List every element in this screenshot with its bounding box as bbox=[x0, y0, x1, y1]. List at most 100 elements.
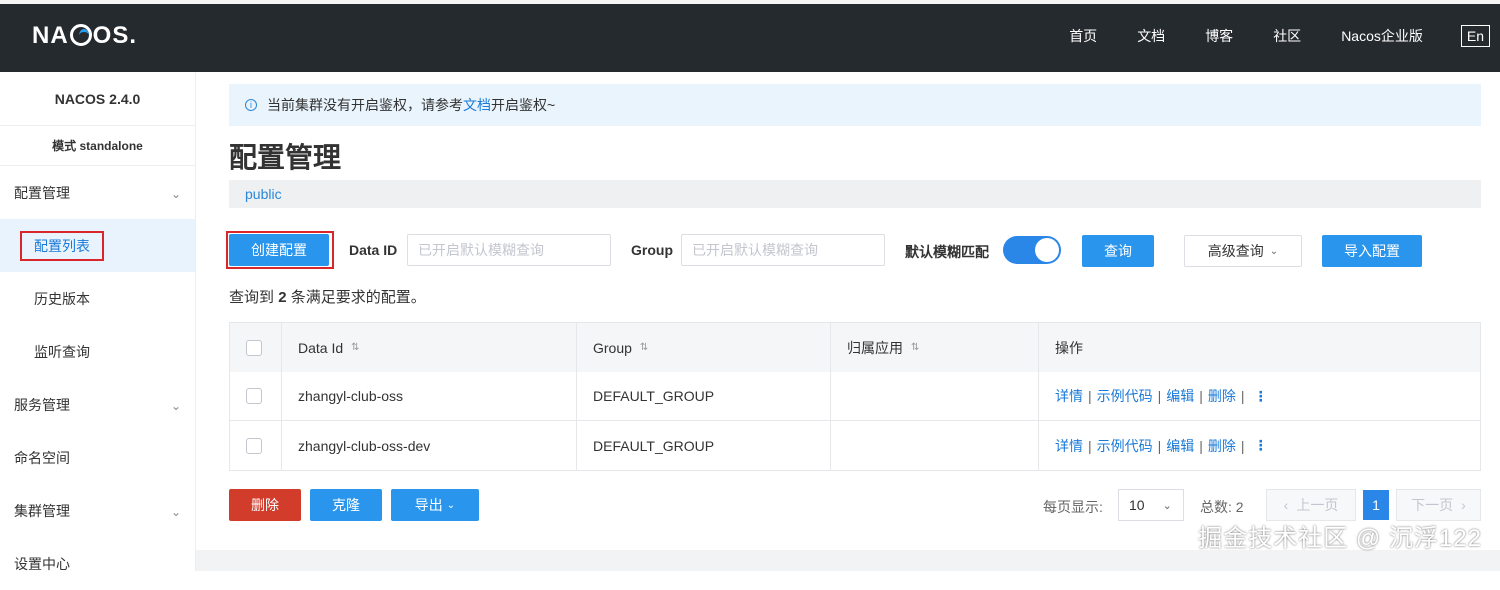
table-row: zhangyl-club-oss-dev DEFAULT_GROUP 详情| 示… bbox=[230, 421, 1480, 470]
import-config-button[interactable]: 导入配置 bbox=[1322, 235, 1422, 267]
delete-link[interactable]: 删除 bbox=[1208, 386, 1236, 406]
namespace-public[interactable]: public bbox=[245, 186, 282, 202]
toggle-knob bbox=[1035, 238, 1059, 262]
header-label: Group bbox=[593, 340, 632, 356]
group-input[interactable]: 已开启默认模糊查询 bbox=[681, 234, 885, 266]
header-app[interactable]: 归属应用 ⇅ bbox=[831, 323, 1039, 372]
delete-link[interactable]: 删除 bbox=[1208, 436, 1236, 456]
cell-group: DEFAULT_GROUP bbox=[577, 372, 831, 420]
nav-home[interactable]: 首页 bbox=[1069, 26, 1097, 46]
query-button[interactable]: 查询 bbox=[1082, 235, 1154, 267]
table-header-row: Data Id ⇅ Group ⇅ 归属应用 ⇅ 操作 bbox=[230, 323, 1480, 372]
page-title: 配置管理 bbox=[229, 136, 341, 176]
top-navbar: NAOS. 首页 文档 博客 社区 Nacos企业版 En bbox=[0, 0, 1500, 72]
row-select-cell bbox=[230, 372, 282, 420]
sidebar-group-label: 命名空间 bbox=[14, 448, 70, 468]
group-label: Group bbox=[631, 242, 673, 258]
row-checkbox[interactable] bbox=[246, 388, 262, 404]
fuzzy-match-toggle[interactable] bbox=[1003, 236, 1061, 264]
cell-group: DEFAULT_GROUP bbox=[577, 421, 831, 470]
current-page[interactable]: 1 bbox=[1363, 490, 1389, 520]
clone-button[interactable]: 克隆 bbox=[310, 489, 382, 521]
select-all-cell bbox=[230, 323, 282, 372]
nacos-logo[interactable]: NAOS. bbox=[32, 22, 137, 50]
sidebar-group-cluster[interactable]: 集群管理 ⌄ bbox=[0, 484, 195, 537]
sidebar-group-config[interactable]: 配置管理 ⌄ bbox=[0, 166, 195, 219]
cell-data-id: zhangyl-club-oss-dev bbox=[282, 421, 577, 470]
details-link[interactable]: 详情 bbox=[1055, 386, 1083, 406]
next-page-button[interactable]: 下一页 › bbox=[1396, 489, 1481, 521]
footer-strip bbox=[196, 550, 1500, 571]
header-ops: 操作 bbox=[1039, 323, 1480, 372]
sample-code-link[interactable]: 示例代码 bbox=[1097, 386, 1153, 406]
sort-icon[interactable]: ⇅ bbox=[351, 342, 359, 353]
header-label: 操作 bbox=[1055, 338, 1083, 358]
nav-enterprise[interactable]: Nacos企业版 bbox=[1341, 26, 1423, 46]
chevron-down-icon: ⌄ bbox=[171, 399, 183, 411]
edit-link[interactable]: 编辑 bbox=[1166, 386, 1194, 406]
page-size-label: 每页显示: bbox=[1043, 497, 1103, 517]
chevron-right-icon: › bbox=[1461, 497, 1466, 513]
sidebar-item-listener[interactable]: 监听查询 bbox=[0, 325, 195, 378]
top-nav: 首页 文档 博客 社区 Nacos企业版 En bbox=[1069, 0, 1500, 72]
sample-code-link[interactable]: 示例代码 bbox=[1097, 436, 1153, 456]
nav-community[interactable]: 社区 bbox=[1273, 26, 1301, 46]
more-icon[interactable]: ⋮ bbox=[1254, 437, 1268, 454]
header-group[interactable]: Group ⇅ bbox=[577, 323, 831, 372]
prev-page-label: 上一页 bbox=[1296, 495, 1338, 515]
sidebar-item-label: 历史版本 bbox=[34, 289, 90, 309]
header-data-id[interactable]: Data Id ⇅ bbox=[282, 323, 577, 372]
namespace-bar: public bbox=[229, 180, 1481, 208]
nav-docs[interactable]: 文档 bbox=[1137, 26, 1165, 46]
result-prefix: 查询到 bbox=[229, 289, 274, 306]
row-select-cell bbox=[230, 421, 282, 470]
more-icon[interactable]: ⋮ bbox=[1254, 388, 1268, 405]
language-switch[interactable]: En bbox=[1461, 25, 1490, 47]
advanced-query-label: 高级查询 bbox=[1208, 241, 1264, 261]
result-suffix: 条满足要求的配置。 bbox=[291, 289, 426, 306]
page-size-value: 10 bbox=[1129, 497, 1145, 513]
search-toolbar: 创建配置 Data ID 已开启默认模糊查询 Group 已开启默认模糊查询 默… bbox=[229, 234, 1481, 270]
nav-blog[interactable]: 博客 bbox=[1205, 26, 1233, 46]
prev-page-button[interactable]: ‹ 上一页 bbox=[1266, 489, 1356, 521]
header-label: Data Id bbox=[298, 340, 343, 356]
watermark: 掘金技术社区 @ 沉浮122 bbox=[1198, 518, 1482, 553]
notice-suffix: 开启鉴权~ bbox=[491, 95, 555, 115]
notice-docs-link[interactable]: 文档 bbox=[463, 95, 491, 115]
advanced-query-dropdown[interactable]: 高级查询 ⌄ bbox=[1184, 235, 1302, 267]
cell-app bbox=[831, 372, 1039, 420]
sidebar-item-config-list[interactable]: 配置列表 bbox=[0, 219, 195, 272]
notice-prefix: 当前集群没有开启鉴权，请参考 bbox=[267, 95, 463, 115]
data-id-label: Data ID bbox=[349, 242, 397, 258]
export-dropdown[interactable]: 导出 ⌄ bbox=[391, 489, 479, 521]
sort-icon[interactable]: ⇅ bbox=[640, 342, 648, 353]
export-label: 导出 bbox=[415, 495, 443, 515]
chevron-down-icon: ⌄ bbox=[447, 500, 455, 511]
create-config-button[interactable]: 创建配置 bbox=[229, 234, 329, 266]
sort-icon[interactable]: ⇅ bbox=[911, 342, 919, 353]
sidebar-item-label: 配置列表 bbox=[20, 231, 104, 261]
result-summary: 查询到 2 条满足要求的配置。 bbox=[229, 286, 426, 307]
next-page-label: 下一页 bbox=[1411, 495, 1453, 515]
data-id-input[interactable]: 已开启默认模糊查询 bbox=[407, 234, 611, 266]
sidebar-group-label: 服务管理 bbox=[14, 395, 70, 415]
edit-link[interactable]: 编辑 bbox=[1166, 436, 1194, 456]
chevron-down-icon: ⌄ bbox=[171, 505, 183, 517]
sidebar-group-service[interactable]: 服务管理 ⌄ bbox=[0, 378, 195, 431]
chevron-down-icon: ⌄ bbox=[171, 187, 183, 199]
sidebar-group-namespace[interactable]: 命名空间 bbox=[0, 431, 195, 484]
row-checkbox[interactable] bbox=[246, 438, 262, 454]
version-label: NACOS 2.4.0 bbox=[0, 72, 195, 126]
batch-delete-button[interactable]: 删除 bbox=[229, 489, 301, 521]
header-label: 归属应用 bbox=[847, 338, 903, 358]
sidebar-group-settings[interactable]: 设置中心 bbox=[0, 537, 195, 590]
total-count: 总数: 2 bbox=[1200, 497, 1244, 517]
page-size-select[interactable]: 10 ⌄ bbox=[1118, 489, 1184, 521]
cell-app bbox=[831, 421, 1039, 470]
result-count: 2 bbox=[278, 289, 286, 306]
details-link[interactable]: 详情 bbox=[1055, 436, 1083, 456]
chevron-down-icon: ⌄ bbox=[1163, 499, 1172, 512]
sidebar-item-label: 监听查询 bbox=[34, 342, 90, 362]
sidebar-item-history[interactable]: 历史版本 bbox=[0, 272, 195, 325]
select-all-checkbox[interactable] bbox=[246, 340, 262, 356]
